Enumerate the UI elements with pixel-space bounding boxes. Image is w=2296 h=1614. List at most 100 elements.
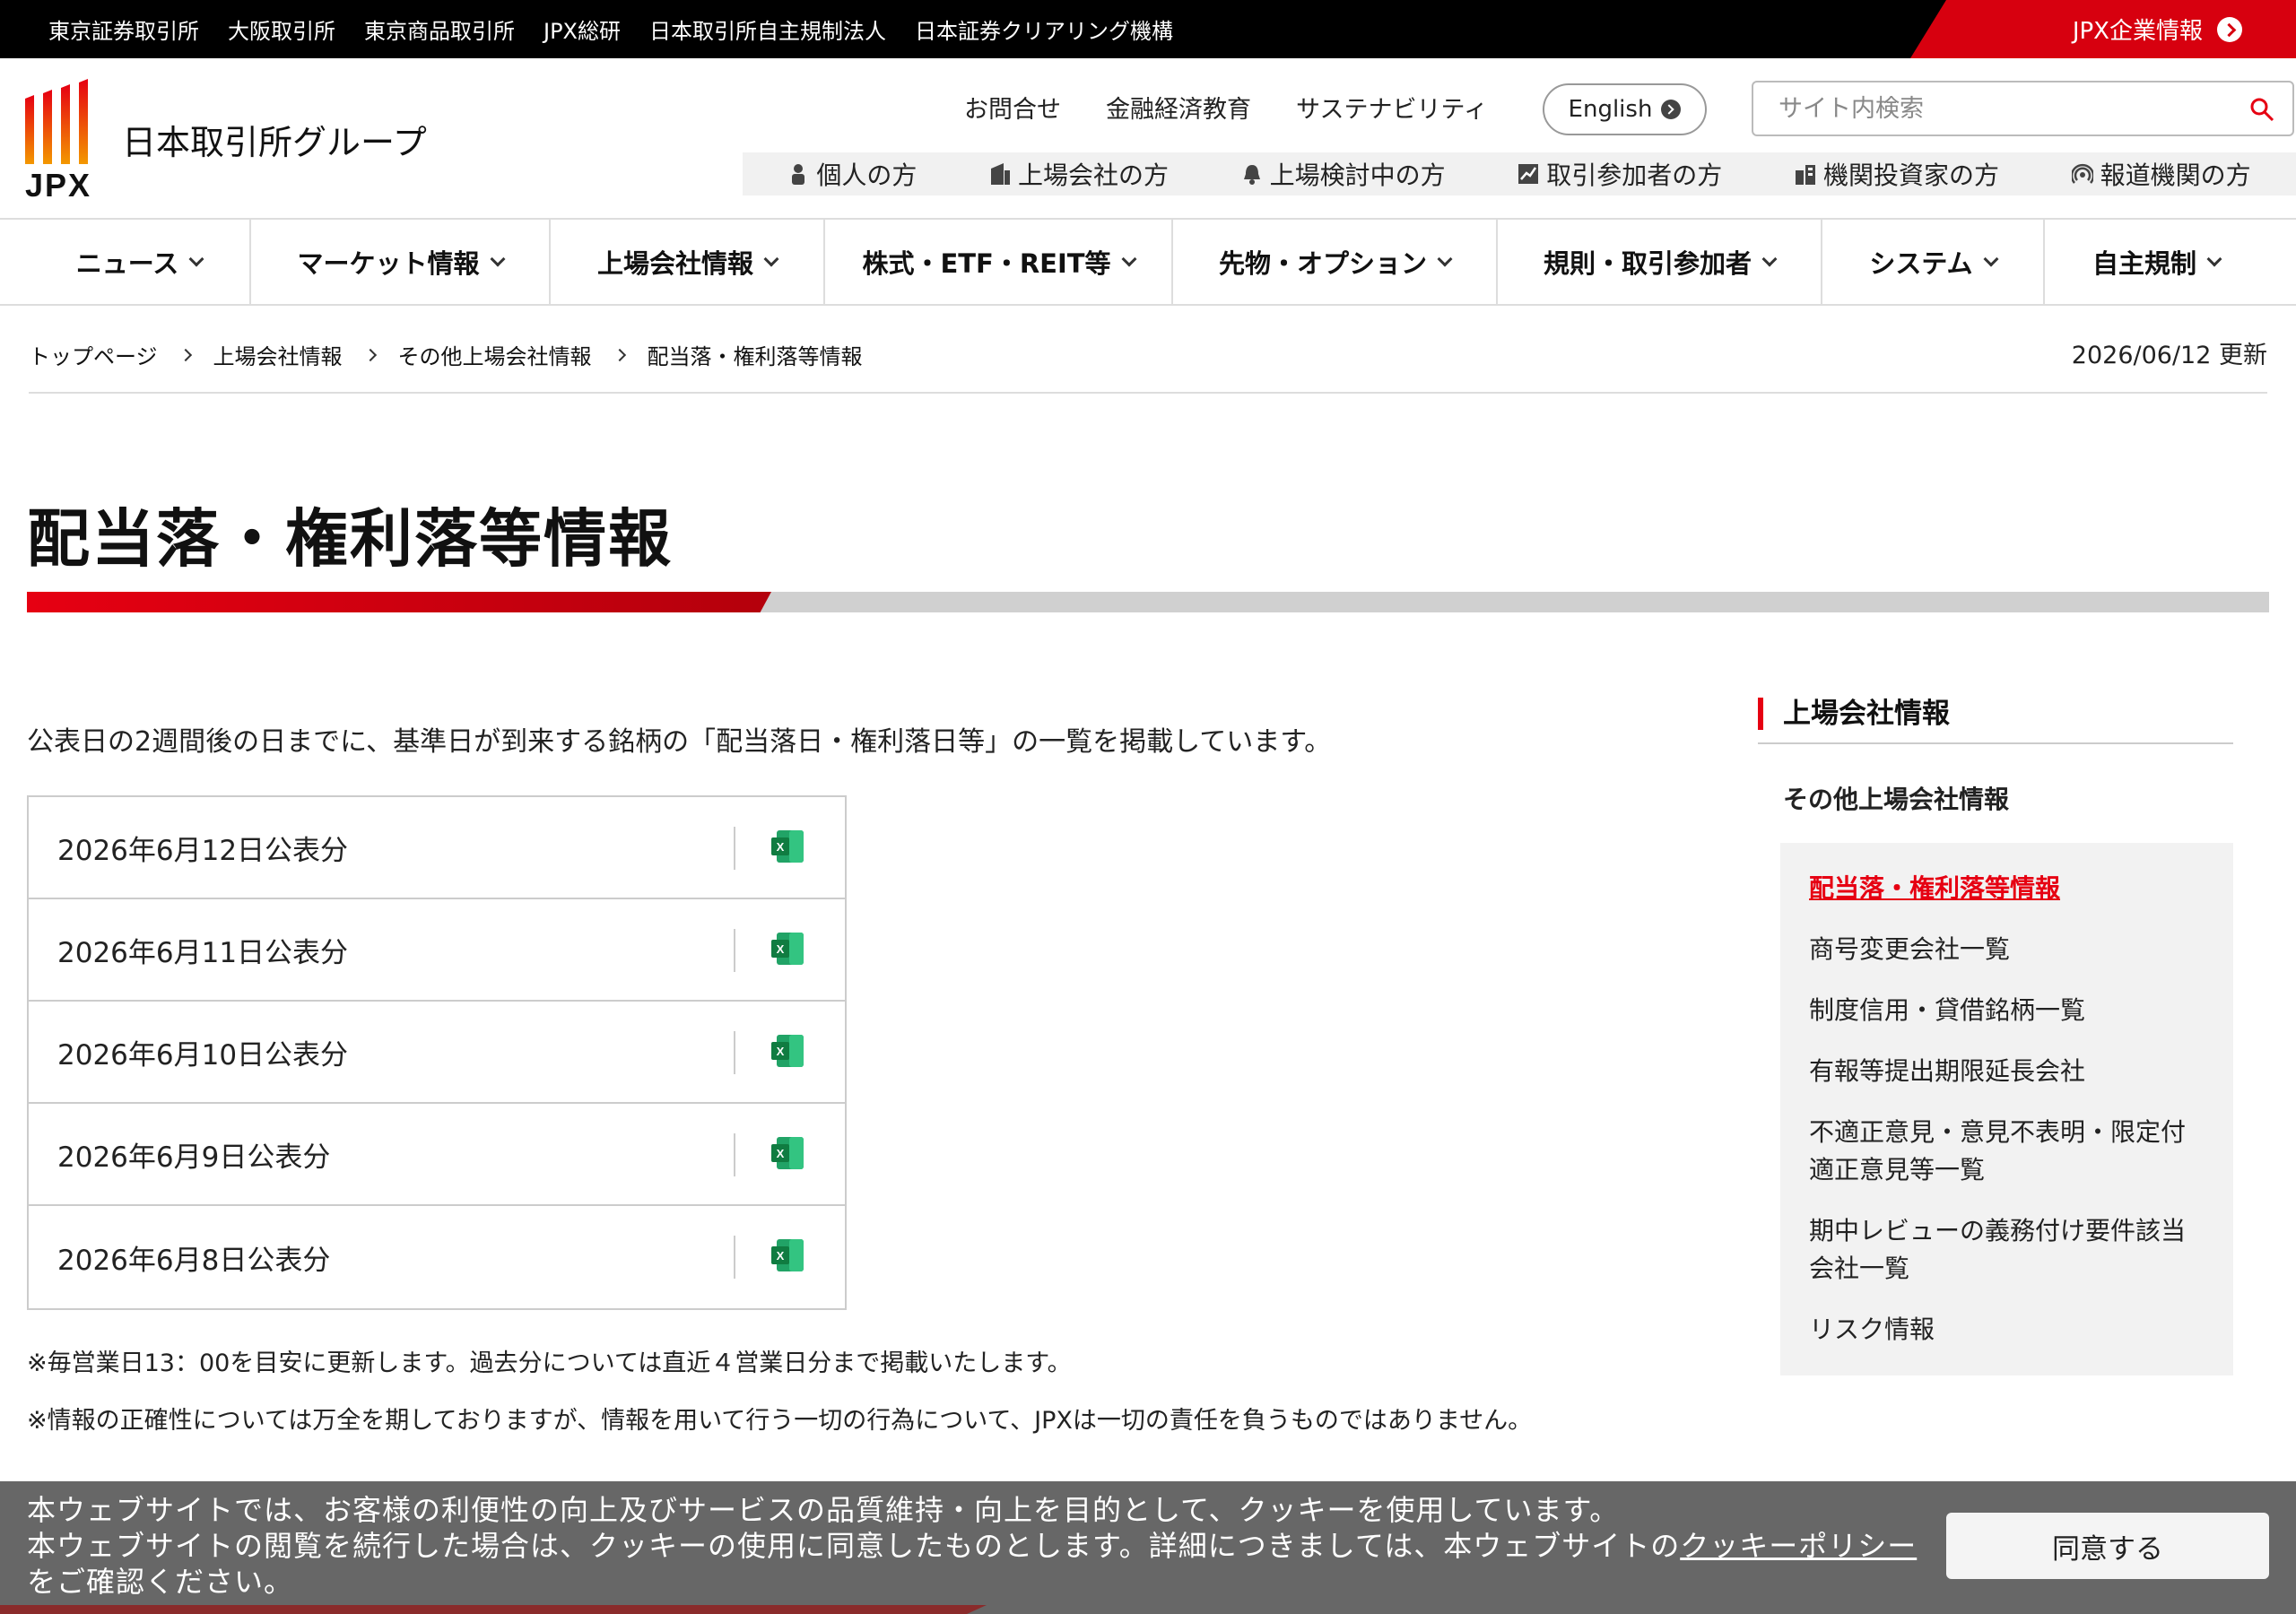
title-underline-accent [27, 592, 771, 612]
search-input[interactable] [1779, 90, 2209, 127]
chevron-down-icon [763, 251, 779, 267]
group-link-jpxi[interactable]: JPX総研 [544, 13, 621, 45]
file-row[interactable]: 2026年6月11日公表分 X [29, 899, 845, 1002]
chevron-down-icon [490, 251, 505, 267]
cookie-policy-link[interactable]: クッキーポリシー [1680, 1529, 1917, 1563]
audience-label: 取引参加者の方 [1546, 161, 1723, 190]
group-link-tse[interactable]: 東京証券取引所 [48, 13, 199, 45]
financial-education-link[interactable]: 金融経済教育 [1106, 90, 1251, 125]
gnav-derivatives[interactable]: 先物・オプション [1173, 220, 1498, 304]
gnav-equities[interactable]: 株式・ETF・REIT等 [825, 220, 1173, 304]
gnav-label: ニュース [75, 248, 179, 279]
excel-icon[interactable]: X [771, 1239, 804, 1271]
file-label: 2026年6月8日公表分 [57, 1244, 331, 1277]
updated-date: 2026/06/12 更新 [2071, 342, 2267, 369]
cookie-text: 本ウェブサイトでは、お客様の利便性の向上及びサービスの品質維持・向上を目的として… [27, 1492, 1946, 1600]
sidebar-item-margin-lending[interactable]: 制度信用・貸借銘柄一覧 [1809, 992, 2204, 1029]
divider [734, 1031, 735, 1074]
audience-listed-company[interactable]: 上場会社の方 [989, 156, 1169, 192]
file-row[interactable]: 2026年6月8日公表分 X [29, 1206, 845, 1308]
english-label: English [1568, 96, 1653, 123]
divider [734, 827, 735, 870]
svg-text:X: X [777, 1249, 785, 1263]
excel-icon[interactable]: X [771, 933, 804, 965]
breadcrumb-listed[interactable]: 上場会社情報 [213, 339, 343, 370]
breadcrumb-other-listed[interactable]: その他上場会社情報 [398, 339, 592, 370]
gnav-self-regulation[interactable]: 自主規制 [2045, 220, 2267, 304]
excel-icon[interactable]: X [771, 830, 804, 863]
excel-icon[interactable]: X [771, 1035, 804, 1067]
sustainability-link[interactable]: サステナビリティ [1296, 90, 1488, 125]
gnav-label: 規則・取引参加者 [1543, 248, 1752, 279]
file-label: 2026年6月12日公表分 [57, 834, 349, 867]
excel-icon[interactable]: X [771, 1137, 804, 1169]
gnav-news[interactable]: ニュース [29, 220, 251, 304]
file-list: 2026年6月12日公表分 X 2026年6月11日公表分 X 2026年6月1… [27, 795, 847, 1310]
sidebar-item-audit-opinion[interactable]: 不適正意見・意見不表明・限定付適正意見等一覧 [1809, 1114, 2204, 1189]
file-row[interactable]: 2026年6月9日公表分 X [29, 1104, 845, 1206]
person-icon [792, 164, 805, 185]
audience-listing-candidate[interactable]: 上場検討中の方 [1241, 156, 1446, 192]
divider [29, 392, 2267, 394]
file-label: 2026年6月9日公表分 [57, 1141, 331, 1174]
sidebar-item-deadline-extension[interactable]: 有報等提出期限延長会社 [1809, 1053, 2204, 1090]
bell-icon [1243, 165, 1260, 185]
cookie-text-line1: 本ウェブサイトでは、お客様の利便性の向上及びサービスの品質維持・向上を目的として… [27, 1493, 1620, 1527]
search-icon[interactable] [2249, 97, 2274, 122]
audience-label: 報道機関の方 [2100, 161, 2251, 190]
group-link-ose[interactable]: 大阪取引所 [228, 13, 335, 45]
gnav-label: 自主規制 [2092, 248, 2196, 279]
divider [734, 1236, 735, 1279]
group-links: 東京証券取引所 大阪取引所 東京商品取引所 JPX総研 日本取引所自主規制法人 … [48, 0, 1173, 58]
file-label: 2026年6月11日公表分 [57, 936, 349, 969]
site-logo[interactable]: JPX 日本取引所グループ [25, 79, 427, 204]
contact-link[interactable]: お問合せ [964, 90, 1061, 125]
chevron-right-icon [178, 348, 192, 361]
gnav-system[interactable]: システム [1822, 220, 2045, 304]
gnav-label: システム [1869, 248, 1973, 279]
audience-individual[interactable]: 個人の方 [787, 156, 917, 192]
agree-button[interactable]: 同意する [1946, 1513, 2269, 1579]
svg-text:X: X [777, 1045, 785, 1058]
gnav-market-info[interactable]: マーケット情報 [251, 220, 551, 304]
svg-text:X: X [777, 942, 785, 956]
audience-trading-participant[interactable]: 取引参加者の方 [1518, 156, 1722, 192]
sidebar-item-risk-info[interactable]: リスク情報 [1809, 1311, 2204, 1349]
sidebar-item-interim-review[interactable]: 期中レビューの義務付け要件該当会社一覧 [1809, 1212, 2204, 1288]
building-icon [990, 163, 1010, 185]
english-button[interactable]: English [1543, 83, 1707, 135]
corporate-info-link[interactable]: JPX企業情報 [1910, 0, 2296, 58]
gnav-rules[interactable]: 規則・取引参加者 [1498, 220, 1822, 304]
cookie-text-line2-end: をご確認ください。 [27, 1565, 294, 1599]
audience-press[interactable]: 報道機関の方 [2071, 156, 2251, 192]
breadcrumb-top[interactable]: トップページ [29, 339, 158, 370]
audience-institutional-investor[interactable]: 機関投資家の方 [1795, 156, 1999, 192]
sidebar-subheading[interactable]: その他上場会社情報 [1758, 780, 2233, 816]
breadcrumb: トップページ 上場会社情報 その他上場会社情報 配当落・権利落等情報 [29, 339, 863, 370]
gnav-listed-company[interactable]: 上場会社情報 [551, 220, 825, 304]
chevron-down-icon [1437, 251, 1453, 267]
audience-label: 上場検討中の方 [1269, 161, 1446, 190]
group-link-jscc[interactable]: 日本証券クリアリング機構 [915, 13, 1173, 45]
chevron-right-icon [613, 348, 626, 361]
sidebar-item-ex-dividend[interactable]: 配当落・権利落等情報 [1809, 870, 2204, 907]
sidebar-item-name-change[interactable]: 商号変更会社一覧 [1809, 931, 2204, 968]
gnav-label: マーケット情報 [297, 248, 480, 279]
sidebar-menu: 配当落・権利落等情報 商号変更会社一覧 制度信用・貸借銘柄一覧 有報等提出期限延… [1780, 843, 2233, 1375]
disclaimer-note: ※情報の正確性については万全を期しておりますが、情報を用いて行う一切の行為につい… [27, 1407, 1533, 1435]
group-link-jpxr[interactable]: 日本取引所自主規制法人 [649, 13, 886, 45]
office-icon [1795, 165, 1815, 185]
file-row[interactable]: 2026年6月12日公表分 X [29, 797, 845, 899]
logo-wordmark: JPX [25, 167, 92, 204]
svg-text:X: X [777, 840, 785, 854]
divider [734, 1133, 735, 1176]
top-bar: 東京証券取引所 大阪取引所 東京商品取引所 JPX総研 日本取引所自主規制法人 … [0, 0, 2296, 58]
cookie-text-line2: 本ウェブサイトの閲覧を続行した場合は、クッキーの使用に同意したものとします。詳細… [27, 1529, 1681, 1563]
file-row[interactable]: 2026年6月10日公表分 X [29, 1002, 845, 1104]
corporate-info-label: JPX企業情報 [2072, 18, 2203, 45]
sidebar-heading[interactable]: 上場会社情報 [1758, 690, 2233, 744]
global-nav: ニュース マーケット情報 上場会社情報 株式・ETF・REIT等 先物・オプショ… [0, 218, 2296, 306]
chevron-down-icon [188, 251, 204, 267]
group-link-tocom[interactable]: 東京商品取引所 [364, 13, 515, 45]
decorative-stripe [0, 1605, 987, 1614]
